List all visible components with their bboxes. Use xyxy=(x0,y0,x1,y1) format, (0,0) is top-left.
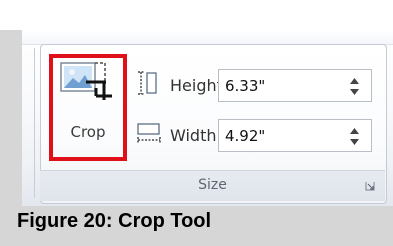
size-group-footer: Size xyxy=(40,170,385,201)
width-spin-up-icon[interactable] xyxy=(350,127,359,135)
height-value: 6.33" xyxy=(225,77,266,95)
shape-height-icon xyxy=(138,71,157,95)
crop-label: Crop xyxy=(70,123,106,141)
width-spin-down-icon[interactable] xyxy=(350,138,359,146)
ribbon-top-edge xyxy=(22,30,393,45)
crop-icon xyxy=(60,62,112,100)
figure-caption: Figure 20: Crop Tool xyxy=(17,210,212,232)
group-title: Size xyxy=(198,177,227,193)
height-spin-up-icon[interactable] xyxy=(350,77,359,85)
width-value: 4.92" xyxy=(225,127,266,145)
top-strip xyxy=(0,0,393,30)
height-input[interactable]: 6.33" xyxy=(218,69,372,102)
width-label: Width: xyxy=(170,126,222,145)
height-spin-down-icon[interactable] xyxy=(350,88,359,96)
shape-width-icon xyxy=(137,123,161,143)
group-divider xyxy=(34,48,35,198)
width-input[interactable]: 4.92" xyxy=(218,119,372,152)
dialog-launcher-icon[interactable] xyxy=(365,181,375,191)
